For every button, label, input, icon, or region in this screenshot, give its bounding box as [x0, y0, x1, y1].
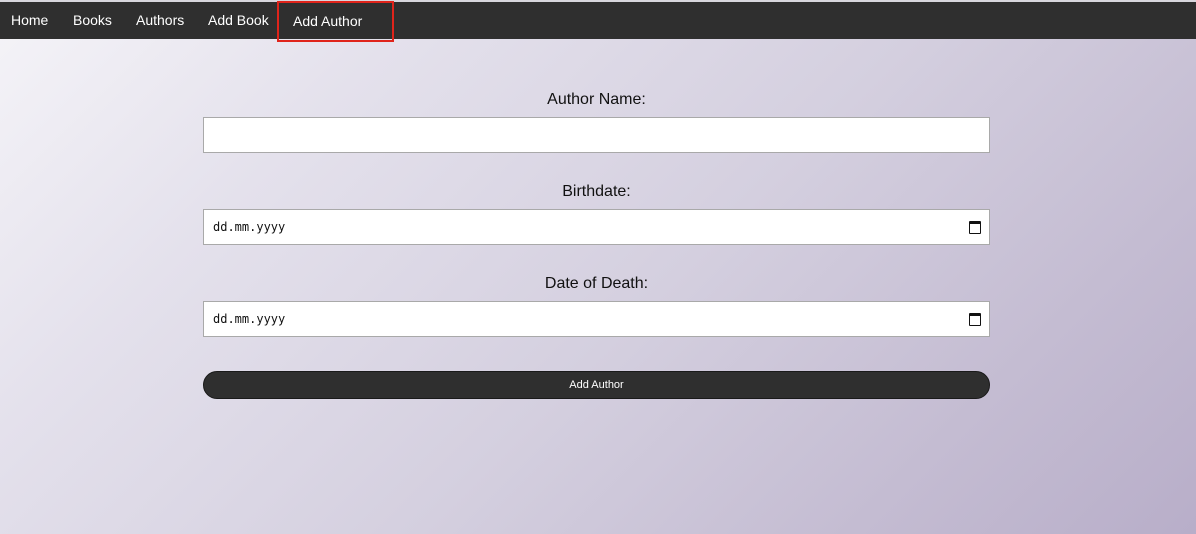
birthdate-label: Birthdate:: [562, 183, 631, 200]
birthdate-input[interactable]: dd.mm.yyyy: [203, 209, 990, 245]
calendar-icon[interactable]: [969, 312, 981, 326]
birthdate-placeholder: dd.mm.yyyy: [213, 220, 286, 234]
nav-link-authors[interactable]: Authors: [136, 2, 196, 39]
nav-link-add-author-highlight[interactable]: Add Author: [277, 1, 394, 42]
calendar-icon[interactable]: [969, 220, 981, 234]
nav-link-home[interactable]: Home: [11, 2, 60, 39]
add-author-button[interactable]: Add Author: [203, 371, 990, 399]
nav-link-add-book[interactable]: Add Book: [208, 2, 281, 39]
date-of-death-label: Date of Death:: [544, 275, 649, 292]
nav-link-books[interactable]: Books: [73, 2, 124, 39]
date-of-death-placeholder: dd.mm.yyyy: [213, 312, 286, 326]
date-of-death-input[interactable]: dd.mm.yyyy: [203, 301, 990, 337]
author-name-label: Author Name:: [547, 91, 646, 108]
author-name-input[interactable]: [203, 117, 990, 153]
nav-link-add-author[interactable]: Add Author: [293, 3, 362, 40]
navbar: Home Books Authors Add Book Add Author: [0, 1, 1196, 42]
